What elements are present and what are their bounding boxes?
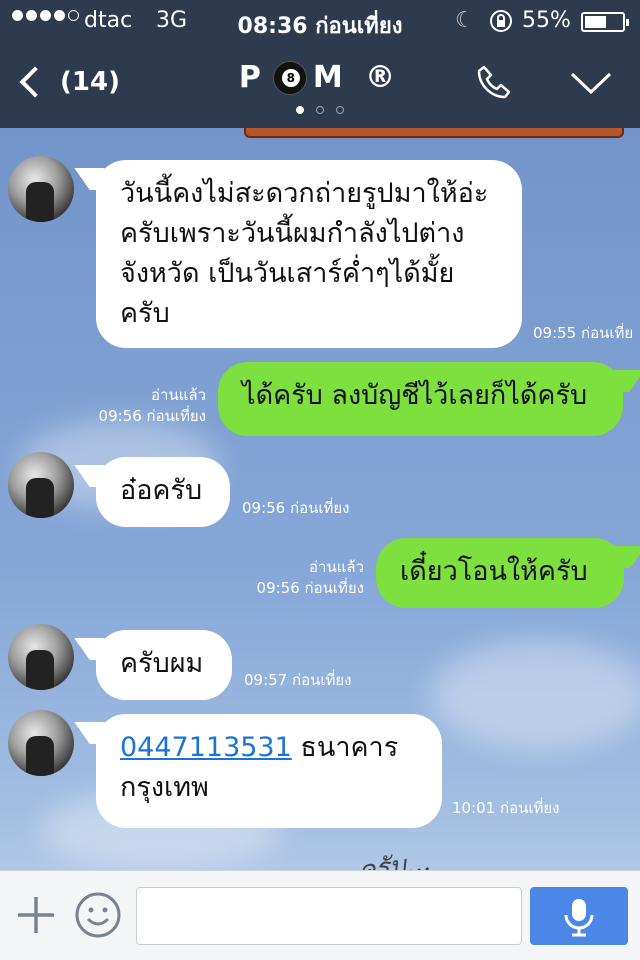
incoming-message[interactable]: วันนี้คงไม่สะดวกถ่ายรูปมาให้อ่ะครับเพราะ… xyxy=(96,160,522,348)
call-button[interactable] xyxy=(474,62,514,102)
contact-avatar[interactable] xyxy=(8,156,74,222)
contact-avatar[interactable] xyxy=(8,624,74,690)
incoming-message[interactable]: อ๋อครับ xyxy=(96,457,230,527)
eight-ball-icon xyxy=(272,60,307,95)
message-text: เดี๋ยวโอนให้ครับ xyxy=(400,556,588,587)
chat-title[interactable]: P M ® xyxy=(0,60,640,95)
phone-icon xyxy=(477,65,511,99)
page-dot xyxy=(336,106,344,114)
battery-icon xyxy=(581,12,629,32)
read-receipt: อ่านแล้ว xyxy=(309,558,364,576)
message-time: 09:55 ก่อนเที่ย xyxy=(533,324,634,342)
shared-image-edge[interactable] xyxy=(244,128,624,138)
account-number-link[interactable]: 0447113531 xyxy=(120,732,292,763)
incoming-message[interactable]: ครับผม xyxy=(96,630,232,700)
message-input[interactable] xyxy=(136,887,522,945)
message-time: 09:57 ก่อนเที่ยง xyxy=(244,671,352,689)
page-indicator xyxy=(0,106,640,114)
message-text: ครับผม xyxy=(120,648,204,679)
message-time: 09:56 ก่อนเที่ยง xyxy=(242,499,350,517)
incoming-message[interactable]: 0447113531 ธนาคารกรุงเทพ xyxy=(96,714,442,828)
read-receipt: อ่านแล้ว xyxy=(151,386,206,404)
chat-title-left: P xyxy=(238,60,267,95)
do-not-disturb-icon: ☾ xyxy=(455,8,475,33)
outgoing-message[interactable]: เดี๋ยวโอนให้ครับ xyxy=(376,538,624,608)
battery-percent: 55% xyxy=(522,8,571,33)
message-text: วันนี้คงไม่สะดวกถ่ายรูปมาให้อ่ะครับเพราะ… xyxy=(120,178,489,329)
chat-title-right: M ® xyxy=(312,60,402,95)
message-time: 09:56 ก่อนเที่ยง xyxy=(98,407,206,425)
page-dot xyxy=(296,106,304,114)
voice-message-button[interactable] xyxy=(530,887,628,945)
message-input-bar xyxy=(0,870,640,960)
contact-avatar[interactable] xyxy=(8,452,74,518)
microphone-icon xyxy=(564,899,594,937)
message-text: อ๋อครับ xyxy=(120,475,203,506)
chevron-down-icon xyxy=(570,72,612,95)
message-time: 10:01 ก่อนเที่ยง xyxy=(452,799,560,817)
background-cloud xyxy=(430,640,640,750)
attach-button[interactable] xyxy=(16,895,56,935)
rotation-lock-icon xyxy=(488,8,514,40)
smiley-icon xyxy=(75,892,121,938)
message-time: 09:56 ก่อนเที่ยง xyxy=(256,579,364,597)
menu-dropdown-button[interactable] xyxy=(568,62,614,102)
top-bar: dtac 3G 08:36 ก่อนเที่ยง ☾ 55% (14) P M … xyxy=(0,0,640,128)
status-bar: dtac 3G 08:36 ก่อนเที่ยง ☾ 55% xyxy=(0,0,640,40)
outgoing-message[interactable]: ได้ครับ ลงบัญชีไว้เลยก็ได้ครับ xyxy=(218,362,623,436)
message-text: ได้ครับ ลงบัญชีไว้เลยก็ได้ครับ xyxy=(242,380,588,411)
contact-avatar[interactable] xyxy=(8,710,74,776)
plus-icon xyxy=(18,897,54,933)
page-dot xyxy=(316,106,324,114)
emoji-button[interactable] xyxy=(74,891,122,939)
